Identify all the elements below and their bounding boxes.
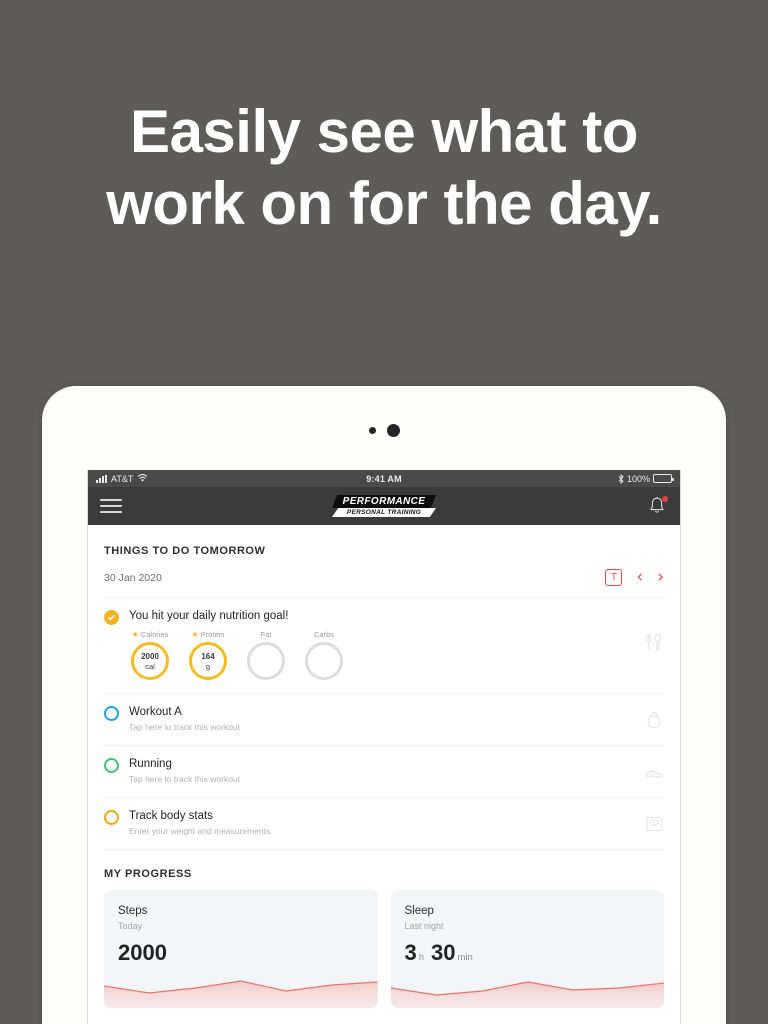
app-bar: PERFORMANCE PERSONAL TRAINING [88, 487, 680, 525]
macro-protein-label-row: ★ Protein [187, 630, 229, 639]
task-row-workout-a[interactable]: Workout A Tap here to track this workout [104, 694, 664, 746]
nutrition-task-row[interactable]: You hit your daily nutrition goal! ★ Cal… [104, 598, 664, 694]
task-body-workout-a: Workout A Tap here to track this workout [129, 705, 664, 734]
task-row-running[interactable]: Running Tap here to track this workout [104, 746, 664, 798]
device-sensor-row [42, 424, 726, 437]
next-day-button[interactable]: › [657, 569, 664, 586]
my-progress-title: MY PROGRESS [104, 868, 192, 880]
progress-card-sleep[interactable]: Sleep Last night 3 h 30 min [390, 890, 665, 1008]
steps-card-title: Steps [118, 905, 148, 917]
carrier-label: AT&T [111, 473, 134, 484]
sleep-minutes-value: 30 [431, 940, 456, 965]
ambient-sensor-icon [368, 427, 376, 434]
macro-protein-label: Protein [200, 630, 225, 639]
task-body-body-stats: Track body stats Enter your weight and m… [129, 809, 664, 838]
date-navigation-row: 30 Jan 2020 T ‹ › [104, 557, 664, 598]
nutrition-check-circle[interactable] [104, 610, 119, 625]
promo-headline: Easily see what to work on for the day. [0, 96, 768, 240]
macro-calories-unit: cal [145, 661, 155, 671]
task-check-circle-running[interactable] [104, 758, 119, 773]
sleep-hours-value: 3 [404, 940, 417, 965]
app-logo: PERFORMANCE PERSONAL TRAINING [332, 495, 436, 517]
wifi-icon [138, 474, 148, 482]
device-screen: AT&T 9:41 AM 100% PERFORMANCE PERSONAL T… [87, 470, 681, 1024]
date-controls: T ‹ › [605, 569, 664, 586]
progress-card-group: Steps Today 2000 Sleep Last night 3 h 30… [104, 890, 664, 1008]
sleep-minutes-unit: min [457, 952, 473, 963]
macro-calories-value: 2000 [141, 651, 159, 661]
cutlery-icon [646, 634, 661, 650]
macro-calories-label-row: ★ Calories [129, 630, 171, 639]
bluetooth-icon [618, 473, 624, 484]
macro-fat-label-row: Fat [245, 630, 287, 639]
headline-line-2: work on for the day. [106, 170, 662, 237]
task-subtitle-body-stats: Enter your weight and measurements [129, 826, 271, 836]
macro-protein-ring[interactable]: 164 g [189, 642, 227, 680]
status-bar-right: 100% [402, 473, 675, 484]
steps-card-subtitle: Today [118, 921, 143, 931]
sleep-card-title: Sleep [404, 905, 434, 917]
today-button[interactable]: T [605, 569, 623, 586]
task-subtitle-running: Tap here to track this workout [129, 774, 241, 784]
macro-carbs-ring[interactable] [305, 642, 343, 680]
macro-ring-group: ★ Calories 2000 cal ★ Protein 164 g Fat … [129, 630, 664, 680]
steps-card-value-row: 2000 [118, 941, 378, 965]
task-check-circle-workout-a[interactable] [104, 706, 119, 721]
current-date-label: 30 Jan 2020 [104, 571, 162, 584]
front-camera-icon [386, 424, 400, 437]
macro-carbs-label: Carbs [313, 630, 334, 639]
signal-bars-icon [96, 474, 107, 483]
battery-percent-label: 100% [626, 473, 651, 484]
macro-fat-label: Fat [260, 630, 272, 639]
kettlebell-icon [647, 711, 661, 728]
task-check-circle-body-stats[interactable] [104, 810, 119, 825]
notification-bell-button[interactable] [648, 495, 668, 517]
star-icon: ★ [191, 629, 199, 639]
task-title-workout-a: Workout A [129, 706, 182, 718]
task-row-body-stats[interactable]: Track body stats Enter your weight and m… [104, 798, 664, 850]
sleep-card-subtitle: Last night [404, 921, 444, 931]
macro-protein[interactable]: ★ Protein 164 g [187, 630, 229, 680]
task-title-running: Running [129, 758, 172, 770]
star-icon: ★ [131, 629, 139, 639]
macro-protein-value: 164 [201, 651, 215, 661]
macro-fat-ring[interactable] [247, 642, 285, 680]
task-title-body-stats: Track body stats [129, 810, 213, 822]
weight-scale-icon [646, 816, 662, 831]
nutrition-task-title: You hit your daily nutrition goal! [129, 610, 289, 622]
logo-primary-text: PERFORMANCE [332, 495, 436, 508]
macro-calories-label: Calories [140, 630, 169, 639]
sleep-card-value-row: 3 h 30 min [405, 941, 665, 970]
macro-carbs-label-row: Carbs [303, 630, 345, 639]
running-shoe-icon [645, 769, 663, 778]
prev-day-button[interactable]: ‹ [636, 569, 643, 586]
steps-card-content: Steps Today 2000 [104, 890, 378, 965]
progress-card-steps[interactable]: Steps Today 2000 [104, 890, 378, 1008]
status-bar-time: 9:41 AM [366, 473, 402, 484]
sleep-card-content: Sleep Last night 3 h 30 min [391, 890, 665, 970]
things-to-do-title: THINGS TO DO TOMORROW [104, 545, 266, 557]
headline-line-1: Easily see what to [130, 98, 638, 165]
battery-icon [653, 474, 675, 483]
macro-protein-unit: g [205, 661, 211, 671]
logo-secondary-text: PERSONAL TRAINING [332, 508, 436, 517]
steps-sparkline-chart [104, 980, 378, 1008]
sleep-sparkline-chart [390, 981, 664, 1008]
macro-carbs[interactable]: Carbs [303, 630, 345, 680]
sleep-hours-unit: h [418, 952, 425, 963]
status-bar-left: AT&T [96, 474, 366, 484]
task-body-running: Running Tap here to track this workout [129, 757, 664, 786]
notification-badge-dot [662, 496, 668, 502]
hamburger-menu-icon[interactable] [100, 499, 122, 513]
macro-calories[interactable]: ★ Calories 2000 cal [129, 630, 171, 680]
screen-content: THINGS TO DO TOMORROW 30 Jan 2020 T ‹ › … [88, 525, 680, 1008]
macro-calories-ring[interactable]: 2000 cal [131, 642, 169, 680]
macro-fat[interactable]: Fat [245, 630, 287, 680]
nutrition-task-body: You hit your daily nutrition goal! ★ Cal… [129, 609, 664, 680]
tablet-device-frame: AT&T 9:41 AM 100% PERFORMANCE PERSONAL T… [42, 386, 726, 1024]
status-bar: AT&T 9:41 AM 100% [88, 470, 680, 487]
steps-card-value: 2000 [118, 940, 167, 965]
checkmark-icon [107, 614, 115, 621]
task-subtitle-workout-a: Tap here to track this workout [129, 722, 241, 732]
